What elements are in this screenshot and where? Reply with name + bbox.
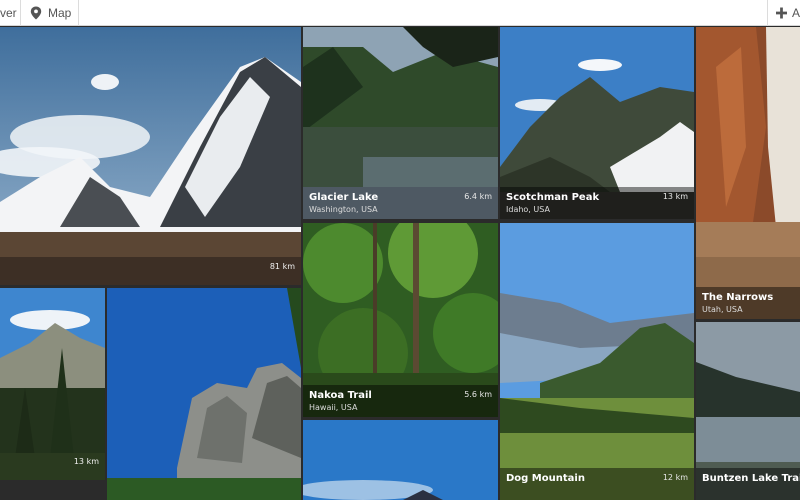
forest-peak-photo bbox=[0, 288, 105, 480]
tile-title: The Narrows bbox=[702, 292, 774, 303]
trail-tile[interactable]: Dog Mountain 12 km bbox=[500, 223, 694, 500]
river-valley-photo bbox=[500, 223, 694, 500]
tile-distance: 5.6 km bbox=[464, 390, 492, 399]
sky-photo bbox=[303, 420, 498, 500]
view-toggle-button[interactable]: ver bbox=[0, 0, 20, 26]
trail-tile[interactable]: 13 km bbox=[0, 288, 105, 480]
tile-caption: Dog Mountain 12 km bbox=[500, 468, 694, 500]
toolbar-divider bbox=[78, 0, 79, 26]
tile-title: Glacier Lake bbox=[309, 192, 379, 203]
view-toggle-label: ver bbox=[0, 6, 17, 20]
tile-location: Utah, USA bbox=[702, 305, 743, 314]
tile-title: Scotchman Peak bbox=[506, 192, 600, 203]
tile-distance: 81 km bbox=[269, 262, 295, 271]
tile-caption: Nakoa Trail Hawaii, USA 5.6 km bbox=[303, 385, 498, 417]
trail-tile[interactable]: Glacier Lake Washington, USA 6.4 km bbox=[303, 27, 498, 219]
tile-distance: 6.4 km bbox=[464, 192, 492, 201]
map-pin-icon bbox=[30, 6, 42, 20]
map-button-label: Map bbox=[48, 6, 72, 20]
map-button[interactable]: Map bbox=[21, 0, 78, 26]
tile-distance: 13 km bbox=[662, 192, 688, 201]
add-trail-button[interactable]: A bbox=[768, 0, 800, 26]
trail-tile[interactable]: Buntzen Lake Trail bbox=[696, 322, 800, 500]
trail-tile[interactable]: The Narrows Utah, USA bbox=[696, 27, 800, 319]
top-toolbar: ver Map A bbox=[0, 0, 800, 26]
tile-caption: The Narrows Utah, USA bbox=[696, 287, 800, 319]
tile-distance: 13 km bbox=[73, 457, 99, 466]
tile-title: Nakoa Trail bbox=[309, 390, 372, 401]
tile-title: Buntzen Lake Trail bbox=[702, 473, 800, 484]
trail-tile[interactable]: Scotchman Peak Idaho, USA 13 km bbox=[500, 27, 694, 219]
tile-location: Idaho, USA bbox=[506, 205, 550, 214]
tile-location: Hawaii, USA bbox=[309, 403, 358, 412]
tile-caption: Buntzen Lake Trail bbox=[696, 468, 800, 500]
plus-icon bbox=[776, 7, 787, 19]
mountain-photo bbox=[0, 27, 301, 285]
tile-caption: Scotchman Peak Idaho, USA 13 km bbox=[500, 187, 694, 219]
trail-tile[interactable]: 81 km bbox=[0, 27, 301, 285]
tile-location: Washington, USA bbox=[309, 205, 378, 214]
add-trail-label: A bbox=[791, 6, 800, 20]
tile-distance: 12 km bbox=[662, 473, 688, 482]
trail-tile[interactable] bbox=[107, 288, 301, 500]
trail-tile[interactable]: Nakoa Trail Hawaii, USA 5.6 km bbox=[303, 223, 498, 417]
tile-title: Dog Mountain bbox=[506, 473, 585, 484]
rock-formation-photo bbox=[107, 288, 301, 500]
trail-tile[interactable] bbox=[303, 420, 498, 500]
canyon-photo bbox=[696, 27, 800, 319]
tile-caption: Glacier Lake Washington, USA 6.4 km bbox=[303, 187, 498, 219]
